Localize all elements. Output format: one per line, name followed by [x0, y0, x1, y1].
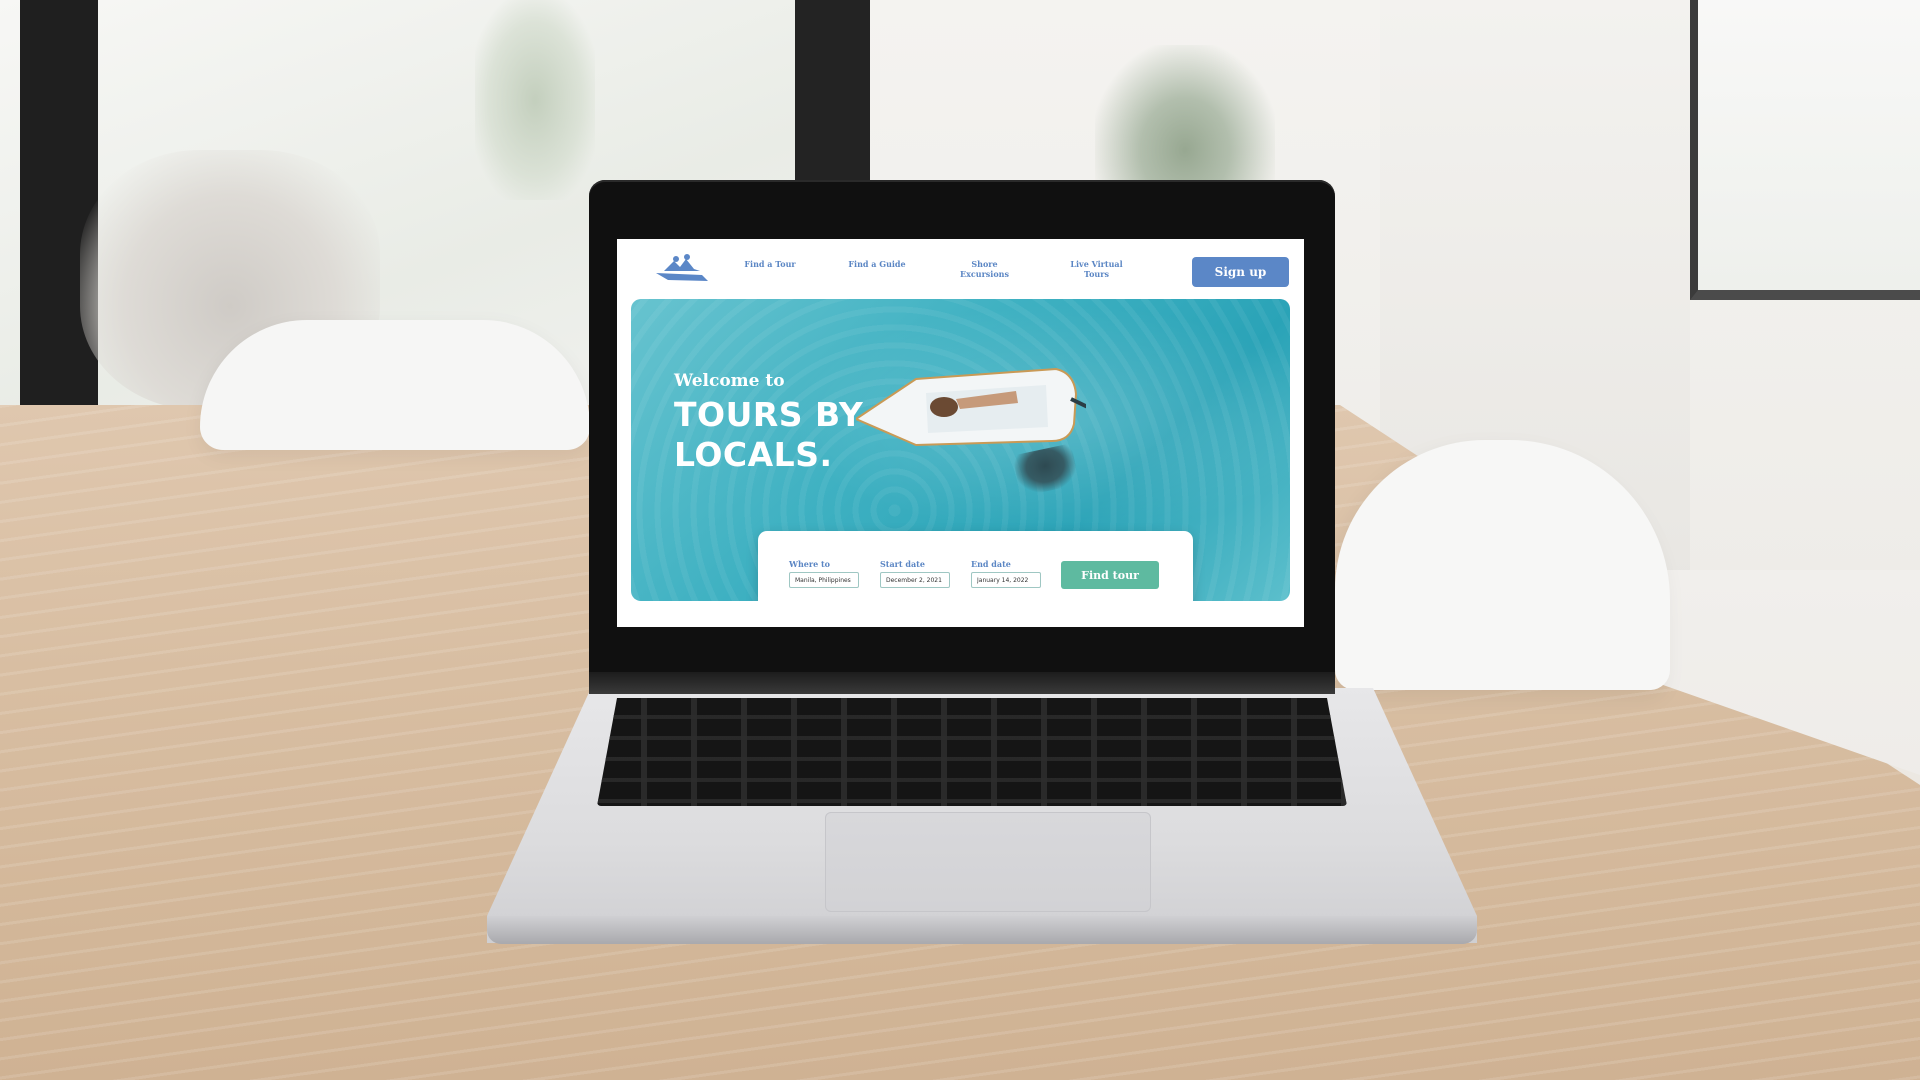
- hero-welcome: Welcome to: [674, 371, 785, 391]
- white-chair-left: [200, 320, 590, 450]
- where-to-field: Where to: [789, 559, 859, 588]
- start-date-label: Start date: [880, 559, 925, 569]
- end-date-input[interactable]: [971, 572, 1041, 588]
- end-date-label: End date: [971, 559, 1011, 569]
- trackpad: [825, 812, 1151, 912]
- end-date-field: End date: [971, 559, 1041, 588]
- hero-banner: Welcome to TOURS BY LOCALS. Where to Sta…: [631, 299, 1290, 601]
- nav-live-virtual-tours[interactable]: Live Virtual Tours: [1059, 259, 1134, 279]
- find-tour-button[interactable]: Find tour: [1061, 561, 1159, 589]
- where-to-label: Where to: [789, 559, 831, 569]
- start-date-input[interactable]: [880, 572, 950, 588]
- nav-find-a-guide[interactable]: Find a Guide: [837, 259, 917, 269]
- nav-find-a-tour[interactable]: Find a Tour: [725, 259, 815, 269]
- tour-search-card: Where to Start date End date Find tour: [758, 531, 1193, 601]
- window-frame: [20, 0, 98, 410]
- laptop-hinge: [589, 672, 1335, 694]
- nav-shore-excursions[interactable]: Shore Excursions: [947, 259, 1022, 279]
- keyboard-rows: [597, 698, 1347, 806]
- hero-title: TOURS BY LOCALS.: [674, 395, 864, 474]
- plant: [1095, 45, 1275, 195]
- top-nav: Find a Tour Find a Guide Shore Excursion…: [617, 239, 1304, 295]
- signup-button[interactable]: Sign up: [1192, 257, 1289, 287]
- window-frame: [795, 0, 870, 180]
- outdoor-greenery: [475, 0, 595, 200]
- where-to-input[interactable]: [789, 572, 859, 588]
- start-date-field: Start date: [880, 559, 950, 588]
- laptop-base-edge: [487, 916, 1477, 944]
- window-right: [1690, 0, 1920, 300]
- laptop-screen: Find a Tour Find a Guide Shore Excursion…: [617, 239, 1304, 627]
- boat-logo-icon[interactable]: [654, 253, 710, 283]
